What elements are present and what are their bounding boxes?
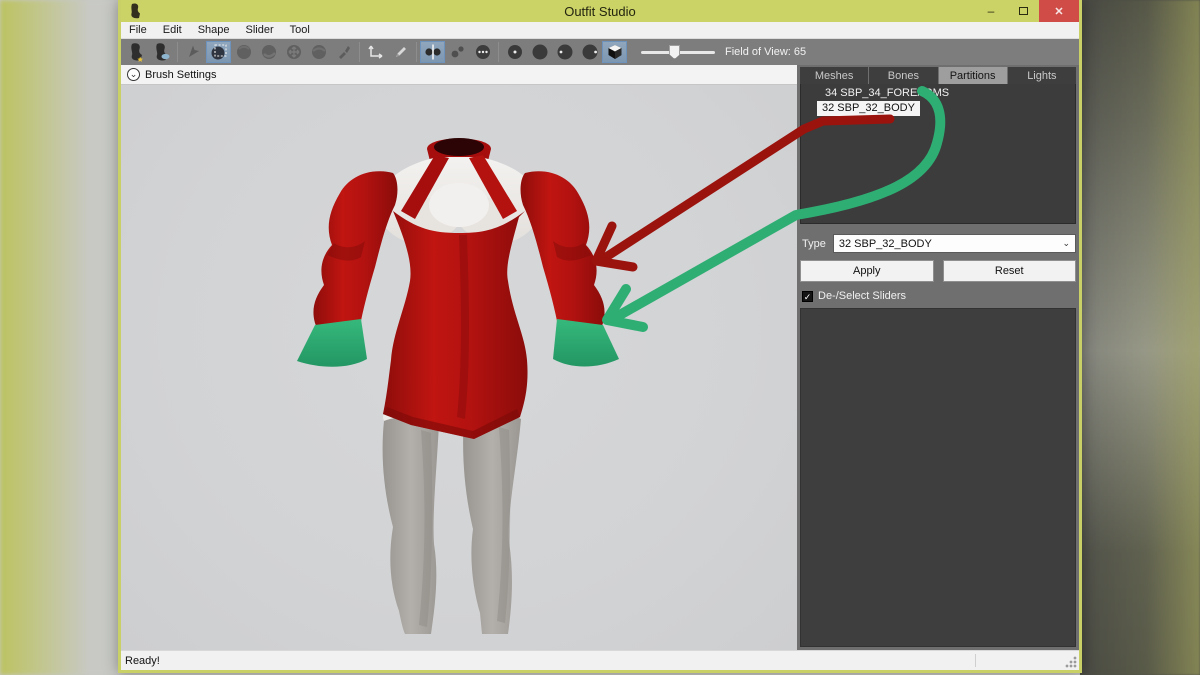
perspective-cube-icon[interactable] <box>602 41 627 63</box>
toolbar-separator <box>498 42 499 62</box>
transform-tool-icon[interactable] <box>363 41 388 63</box>
status-bar: Ready! <box>121 650 1079 670</box>
partition-item-forearms[interactable]: 34 SBP_34_FOREARMS <box>821 86 953 101</box>
deselect-sliders-row: ✓ De-/Select Sliders <box>802 290 1076 302</box>
chevron-down-icon: ⌄ <box>1062 238 1070 249</box>
move-brush-icon[interactable] <box>281 41 306 63</box>
menu-bar: File Edit Shape Slider Tool <box>121 22 1079 39</box>
panel-tabs: Meshes Bones Partitions Lights <box>800 67 1076 84</box>
field-of-view-label: Field of View: 65 <box>725 46 806 58</box>
background-blur-right <box>1080 0 1200 675</box>
menu-file[interactable]: File <box>121 24 155 36</box>
type-row: Type 32 SBP_32_BODY ⌄ <box>800 234 1076 253</box>
menu-edit[interactable]: Edit <box>155 24 190 36</box>
window-title: Outfit Studio <box>121 4 1079 19</box>
smooth-brush-icon[interactable] <box>306 41 331 63</box>
action-buttons: Apply Reset <box>800 260 1076 282</box>
paint-brush-icon[interactable] <box>331 41 356 63</box>
toolbar-separator <box>416 42 417 62</box>
title-bar: Outfit Studio – ✕ <box>121 0 1079 22</box>
toolbar: Field of View: 65 <box>121 39 1079 65</box>
maximize-button[interactable] <box>1007 0 1039 22</box>
resize-grip-icon[interactable] <box>1065 656 1077 668</box>
type-dropdown-value: 32 SBP_32_BODY <box>839 238 932 250</box>
chevron-down-icon: ⌄ <box>127 68 140 81</box>
menu-tool[interactable]: Tool <box>282 24 318 36</box>
type-dropdown[interactable]: 32 SBP_32_BODY ⌄ <box>833 234 1076 253</box>
right-panel: Meshes Bones Partitions Lights 34 SBP_34… <box>797 65 1079 650</box>
deflate-brush-icon[interactable] <box>256 41 281 63</box>
inflate-brush-icon[interactable] <box>231 41 256 63</box>
deselect-sliders-checkbox[interactable]: ✓ <box>802 291 813 302</box>
select-arrow-icon[interactable] <box>181 41 206 63</box>
menu-slider[interactable]: Slider <box>238 24 282 36</box>
pen-tool-icon[interactable] <box>388 41 413 63</box>
brush-settings-header[interactable]: ⌄ Brush Settings <box>121 65 797 85</box>
screenshot-stage: Outfit Studio – ✕ File Edit Shape Slider… <box>0 0 1200 675</box>
reset-button[interactable]: Reset <box>943 260 1077 282</box>
menu-shape[interactable]: Shape <box>190 24 238 36</box>
brush-settings-label: Brush Settings <box>145 69 217 81</box>
tab-lights[interactable]: Lights <box>1008 67 1076 84</box>
x-mirror-icon[interactable] <box>420 41 445 63</box>
outfit-model[interactable] <box>121 65 797 649</box>
global-brush-icon[interactable] <box>470 41 495 63</box>
tab-meshes[interactable]: Meshes <box>800 67 868 84</box>
slider-thumb[interactable] <box>669 45 680 59</box>
type-label: Type <box>800 238 826 250</box>
status-divider <box>975 654 976 667</box>
tab-bones[interactable]: Bones <box>869 67 937 84</box>
partitions-list: 34 SBP_34_FOREARMS 32 SBP_32_BODY <box>800 84 1076 224</box>
background-blur-left <box>0 0 120 675</box>
minimize-button[interactable]: – <box>975 0 1007 22</box>
right-glove-mesh[interactable] <box>553 319 619 367</box>
apply-button[interactable]: Apply <box>800 260 934 282</box>
tab-partitions[interactable]: Partitions <box>939 67 1007 84</box>
field-of-view-slider[interactable] <box>641 44 715 60</box>
main-content: ⌄ Brush Settings <box>121 65 1079 650</box>
mask-brush-icon[interactable] <box>206 41 231 63</box>
load-reference-icon[interactable] <box>149 41 174 63</box>
connected-vertices-icon[interactable] <box>445 41 470 63</box>
status-text: Ready! <box>121 655 160 667</box>
brush-falloff-center-icon[interactable] <box>502 41 527 63</box>
close-button[interactable]: ✕ <box>1039 0 1079 22</box>
left-glove-mesh[interactable] <box>297 319 367 367</box>
toolbar-separator <box>359 42 360 62</box>
brush-falloff-edge-icon[interactable] <box>577 41 602 63</box>
sliders-area <box>800 308 1076 647</box>
maximize-icon <box>1019 7 1028 15</box>
brush-falloff-full-icon[interactable] <box>527 41 552 63</box>
toolbar-separator <box>177 42 178 62</box>
deselect-sliders-label: De-/Select Sliders <box>818 290 906 302</box>
brush-falloff-mid-icon[interactable] <box>552 41 577 63</box>
load-project-icon[interactable] <box>124 41 149 63</box>
outfit-studio-window: Outfit Studio – ✕ File Edit Shape Slider… <box>118 0 1082 673</box>
chest-highlight <box>429 183 489 227</box>
partition-item-body[interactable]: 32 SBP_32_BODY <box>817 101 920 116</box>
dress-mesh <box>383 211 528 439</box>
legs-mesh <box>383 400 521 634</box>
viewport-3d[interactable]: ⌄ Brush Settings <box>121 65 797 650</box>
